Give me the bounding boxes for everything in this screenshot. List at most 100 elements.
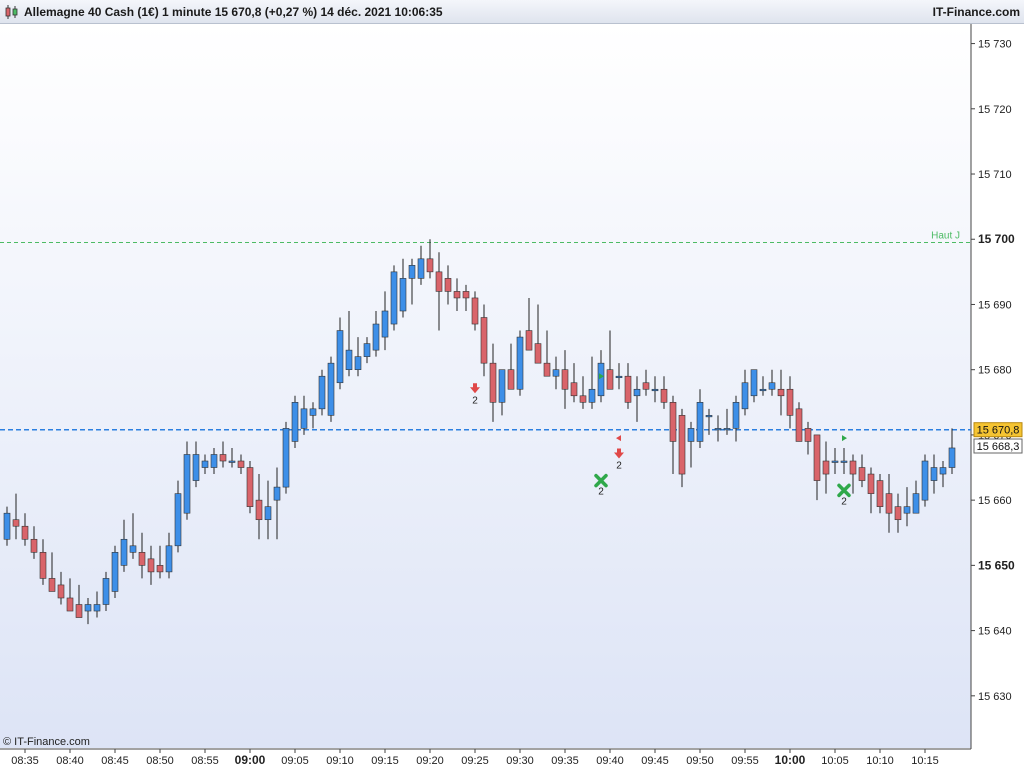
candle-body [732, 402, 740, 429]
x-tick-label: 09:15 [371, 755, 399, 767]
x-tick-label: 08:45 [101, 755, 129, 767]
candle-body [255, 499, 263, 521]
candle-body [543, 362, 551, 377]
candle-body [615, 375, 623, 379]
candle-body [183, 454, 191, 514]
candle-body [552, 369, 560, 377]
candle-body [606, 369, 614, 390]
candle-body [219, 454, 227, 462]
candle-body [471, 297, 479, 325]
candle-body [309, 408, 317, 416]
haut-j-label: Haut J [931, 231, 960, 242]
candle-body [354, 356, 362, 370]
candle-body [39, 552, 47, 579]
x-tick-label: 09:20 [416, 755, 444, 767]
y-tick-label: 15 680 [978, 365, 1012, 377]
candle-body [435, 271, 443, 292]
candle-body [759, 388, 767, 392]
candle-body [318, 375, 326, 410]
title-bar: Allemagne 40 Cash (1€) 1 minute 15 670,8… [0, 0, 1024, 24]
candle-body [813, 434, 821, 481]
x-tick-label: 08:55 [191, 755, 219, 767]
chart-area[interactable]: Haut J 2 2 2 2 15 630 15 640 15 650 15 660 15 6… [0, 24, 1024, 768]
candle-body [849, 460, 857, 475]
candle-body [291, 402, 299, 442]
x-tick-label: 10:15 [911, 755, 939, 767]
candle-body [453, 291, 461, 299]
candle-body [57, 584, 65, 599]
candle-body [345, 349, 353, 370]
x-tick-label: 09:40 [596, 755, 624, 767]
signal-count-label: 2 [616, 460, 622, 471]
y-tick-label: 15 690 [978, 299, 1012, 311]
candle-body [570, 382, 578, 397]
chart-title: Allemagne 40 Cash (1€) 1 minute 15 670,8… [24, 5, 443, 19]
candle-body [426, 258, 434, 273]
candle-body [399, 278, 407, 312]
candle-body [93, 604, 101, 612]
candle-body [939, 467, 947, 475]
candle-body [534, 343, 542, 364]
candle-body [30, 538, 38, 553]
y-tick-label: 15 730 [978, 39, 1012, 51]
x-tick-label: 09:35 [551, 755, 579, 767]
candle-body [741, 382, 749, 410]
candle-body [444, 278, 452, 292]
x-tick-label: 09:50 [686, 755, 714, 767]
candle-body [660, 388, 668, 403]
x-tick-label: 10:05 [821, 755, 849, 767]
candle-body [822, 460, 830, 475]
candle-body [894, 506, 902, 521]
y-tick-label: 15 660 [978, 495, 1012, 507]
candle-body [147, 558, 155, 573]
candle-body [831, 460, 839, 463]
candle-body [498, 369, 506, 403]
candle-body [786, 388, 794, 416]
candle-body [867, 473, 875, 494]
candle-body [21, 525, 29, 540]
candle-body [66, 597, 74, 612]
candle-body [129, 545, 137, 553]
candle-body [84, 604, 92, 612]
x-axis: 08:35 08:40 08:45 08:50 08:55 09:00 09:05 09:10… [11, 749, 939, 767]
candle-body [156, 565, 164, 573]
copyright-label: © IT-Finance.com [3, 736, 90, 748]
candle-body [633, 388, 641, 397]
candle-body [858, 467, 866, 481]
candle-body [804, 428, 812, 442]
candle-body [363, 343, 371, 357]
candle-body [525, 330, 533, 351]
candle-body [111, 552, 119, 592]
brand-label: IT-Finance.com [932, 5, 1020, 19]
candle-body [408, 265, 416, 279]
y-axis: 15 63015 64015 65015 66015 67015 68015 6… [971, 39, 1015, 703]
candle-body [885, 493, 893, 514]
candle-body [174, 493, 182, 547]
candle-body [138, 552, 146, 566]
candle-body [678, 415, 686, 475]
candle-body [165, 545, 173, 573]
candlestick-icon [5, 5, 18, 19]
y-tick-label: 15 700 [978, 232, 1015, 246]
candle-body [597, 362, 605, 397]
candle-body [588, 388, 596, 403]
y-tick-label: 15 640 [978, 626, 1012, 638]
y-tick-label: 15 710 [978, 169, 1012, 181]
candle-body [903, 506, 911, 514]
candle-body [795, 408, 803, 442]
candle-body [723, 428, 731, 431]
candle-body [642, 382, 650, 390]
x-tick-label: 09:00 [235, 753, 266, 767]
x-tick-label: 09:25 [461, 755, 489, 767]
candle-body [120, 538, 128, 566]
candle-body [750, 369, 758, 397]
y-tick-label: 15 720 [978, 104, 1012, 116]
x-tick-label: 10:10 [866, 755, 894, 767]
y-tick-label: 15 630 [978, 691, 1012, 703]
candle-body [507, 369, 515, 390]
candle-body [624, 375, 632, 403]
candle-body [210, 454, 218, 468]
candle-body [777, 388, 785, 397]
candle-body [561, 369, 569, 390]
candle-body [516, 336, 524, 390]
